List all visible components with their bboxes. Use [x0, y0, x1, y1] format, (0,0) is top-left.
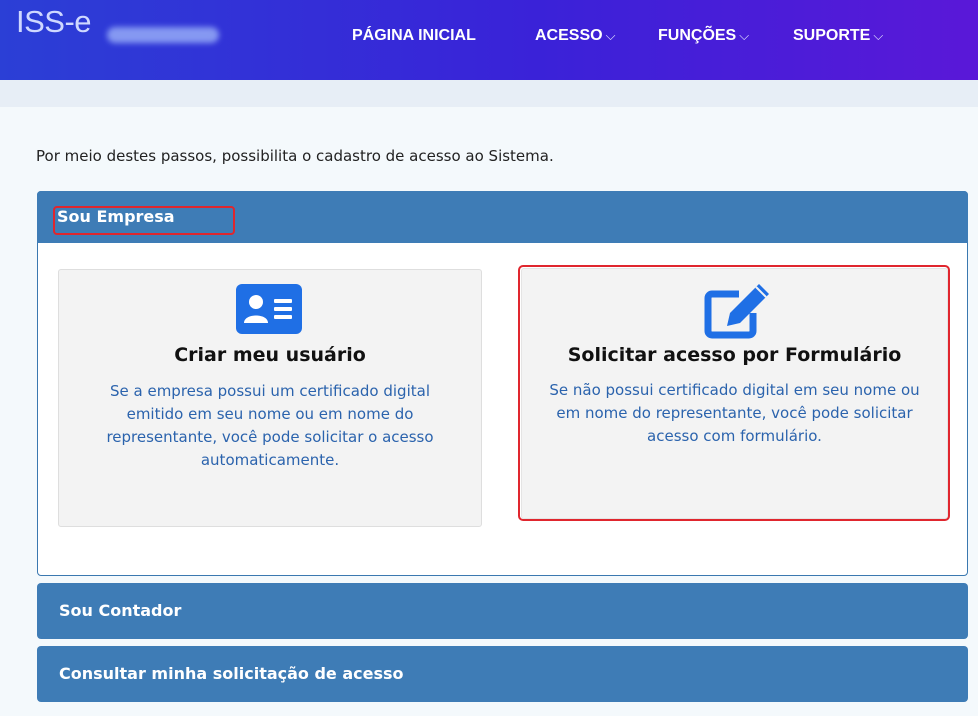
- nav-acesso[interactable]: ACESSO ⌵: [535, 27, 615, 45]
- contador-panel-title: Sou Contador: [59, 601, 182, 620]
- sub-header-strip: [0, 80, 978, 107]
- top-navbar: ISS-e PÁGINA INICIAL ACESSO ⌵ FUNÇÕES ⌵ SU…: [0, 0, 978, 80]
- chevron-down-icon: ⌵: [739, 28, 750, 43]
- highlight-box: [53, 206, 235, 235]
- nav-suporte[interactable]: SUPORTE ⌵: [793, 27, 883, 45]
- id-card-icon: [236, 284, 302, 334]
- nav-acesso-label: ACESSO: [535, 27, 603, 44]
- chevron-down-icon: ⌵: [873, 28, 884, 43]
- criar-usuario-description: Se a empresa possui um certificado digit…: [106, 382, 434, 469]
- criar-usuario-card[interactable]: Criar meu usuário Se a empresa possui um…: [58, 269, 482, 527]
- contador-panel-header[interactable]: Sou Contador: [37, 583, 968, 639]
- consultar-panel-header[interactable]: Consultar minha solicitação de acesso: [37, 646, 968, 702]
- highlight-box: [518, 265, 950, 521]
- criar-usuario-title: Criar meu usuário: [174, 344, 366, 366]
- chevron-down-icon: ⌵: [605, 28, 616, 43]
- nav-funcoes-label: FUNÇÕES: [658, 27, 737, 44]
- nav-suporte-label: SUPORTE: [793, 27, 871, 44]
- brand-name-redacted: [107, 27, 219, 43]
- intro-text: Por meio destes passos, possibilita o ca…: [36, 147, 554, 165]
- consultar-panel-title: Consultar minha solicitação de acesso: [59, 664, 404, 683]
- nav-funcoes[interactable]: FUNÇÕES ⌵: [658, 27, 749, 45]
- brand-logo[interactable]: ISS-e: [16, 4, 92, 40]
- nav-pagina-inicial-label: PÁGINA INICIAL: [352, 27, 476, 44]
- nav-pagina-inicial[interactable]: PÁGINA INICIAL: [352, 27, 476, 45]
